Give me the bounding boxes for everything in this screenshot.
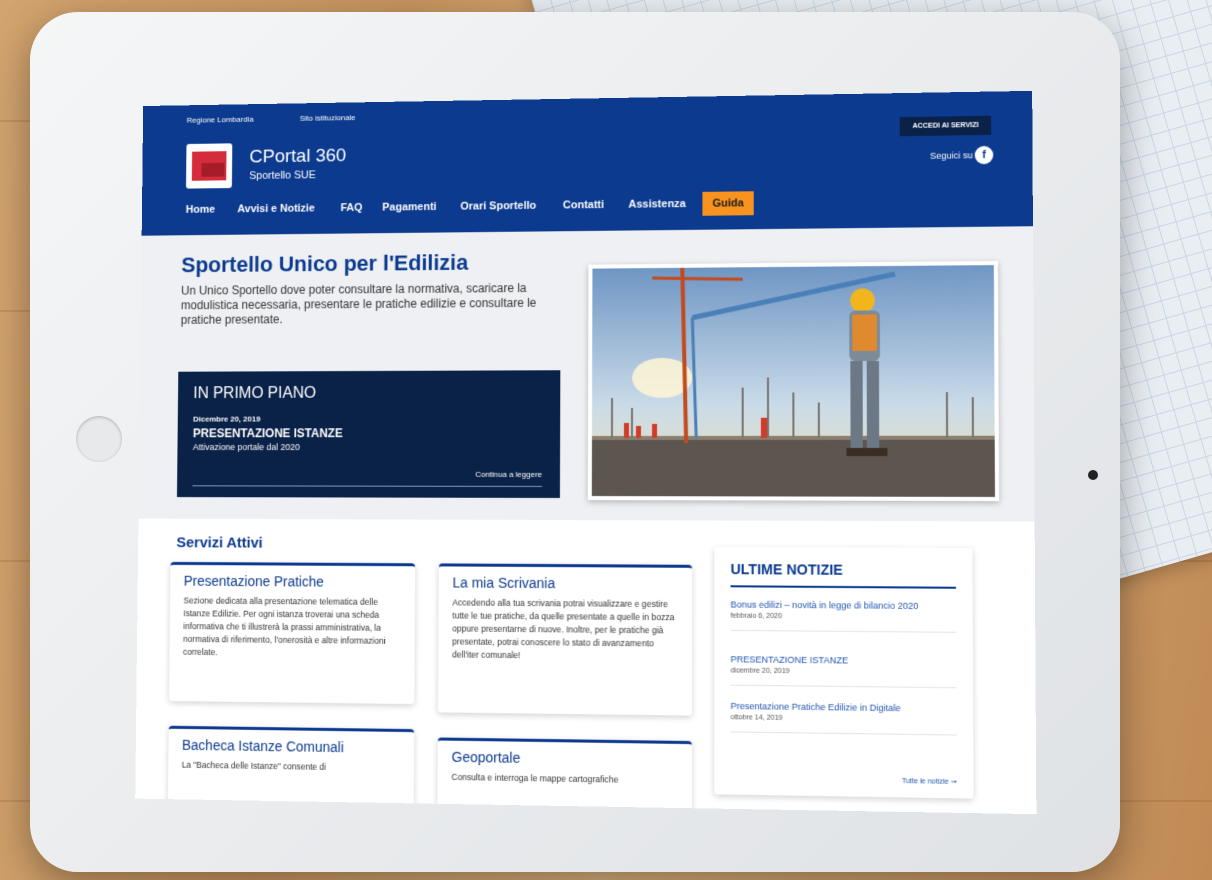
region-link[interactable]: Regione Lombardia [187, 115, 254, 125]
news-item-title[interactable]: Presentazione Pratiche Edilizie in Digit… [731, 701, 957, 715]
service-card-text: Sezione dedicata alla presentazione tele… [182, 595, 386, 658]
featured-divider [192, 485, 543, 487]
read-more-link[interactable]: Continua a leggere [475, 470, 542, 479]
services-title: Servizi Attivi [176, 534, 263, 552]
service-card-desk[interactable]: La mia Scrivania Accedendo alla tua scri… [437, 563, 693, 716]
nav-guide-button[interactable]: Guida [702, 191, 754, 216]
home-button[interactable] [76, 416, 122, 462]
news-underline [730, 585, 957, 589]
featured-subtitle: Attivazione portale dal 2020 [192, 442, 300, 452]
news-panel: ULTIME NOTIZIE Bonus edilizi – novità in… [714, 546, 974, 799]
nav-faq[interactable]: FAQ [341, 202, 363, 214]
service-card-title: La mia Scrivania [452, 574, 556, 592]
service-card-title: Geoportale [451, 748, 521, 766]
news-item[interactable]: Presentazione Pratiche Edilizie in Digit… [730, 701, 957, 736]
service-card-text: Accedendo alla tua scrivania potrai visu… [452, 597, 675, 661]
news-item-title[interactable]: Bonus edilizi – novità in legge di bilan… [731, 599, 957, 612]
news-item-date: ottobre 14, 2019 [730, 714, 783, 722]
nav-assistance[interactable]: Assistenza [628, 198, 685, 211]
nav-payments[interactable]: Pagamenti [382, 201, 436, 213]
service-card-text: La "Bacheca delle Istanze" consente di [181, 759, 327, 772]
news-item-title[interactable]: PRESENTAZIONE ISTANZE [731, 654, 957, 668]
brand-name: CPortal 360 [249, 145, 347, 168]
nav-news[interactable]: Avvisi e Notizie [237, 203, 314, 216]
service-card-board[interactable]: Bacheca Istanze Comunali La "Bacheca del… [167, 725, 415, 813]
news-item-date: dicembre 20, 2019 [730, 667, 790, 676]
news-item[interactable]: PRESENTAZIONE ISTANZE dicembre 20, 2019 [730, 654, 957, 689]
facebook-icon[interactable]: f [974, 145, 994, 165]
service-card-title: Bacheca Istanze Comunali [181, 736, 344, 756]
hero-section: Sportello Unico per l'Edilizia Un Unico … [138, 226, 1035, 522]
service-card-title: Presentazione Pratiche [183, 572, 324, 590]
cportal-logo[interactable] [186, 143, 233, 189]
page-title: Sportello Unico per l'Edilizia [181, 249, 469, 278]
news-divider [730, 629, 957, 633]
news-item-date: febbraio 6, 2020 [730, 612, 783, 621]
brand-subtitle: Sportello SUE [249, 169, 316, 182]
nav-home[interactable]: Home [186, 204, 215, 216]
service-card-geoportal[interactable]: Geoportale Consulta e interroga le mappe… [437, 737, 692, 815]
camera-icon [1088, 470, 1098, 480]
services-section: Servizi Attivi Presentazione Pratiche Se… [135, 518, 1037, 815]
service-card-submission[interactable]: Presentazione Pratiche Sezione dedicata … [168, 561, 416, 705]
all-news-link[interactable]: Tutte le notizie ➞ [902, 777, 957, 786]
site-link[interactable]: Sito istituzionale [300, 113, 356, 123]
featured-box[interactable]: IN PRIMO PIANO Dicembre 20, 2019 PRESENT… [176, 370, 561, 498]
login-button[interactable]: ACCEDI AI SERVIZI [900, 115, 992, 137]
news-divider [730, 731, 957, 736]
news-divider [730, 684, 957, 689]
nav-contacts[interactable]: Contatti [563, 199, 604, 211]
nav-hours[interactable]: Orari Sportello [460, 200, 536, 213]
news-item[interactable]: Bonus edilizi – novità in legge di bilan… [730, 599, 957, 633]
service-card-text: Consulta e interroga le mappe cartografi… [451, 771, 619, 785]
featured-title: PRESENTAZIONE ISTANZE [192, 426, 343, 441]
featured-heading: IN PRIMO PIANO [193, 384, 317, 402]
featured-date: Dicembre 20, 2019 [193, 414, 261, 424]
follow-label: Seguici su [929, 150, 973, 161]
news-title: ULTIME NOTIZIE [730, 560, 843, 578]
construction-photo [587, 260, 1000, 502]
tablet-screen: Regione Lombardia Sito istituzionale CPo… [135, 90, 1037, 815]
page-subtitle: Un Unico Sportello dove poter consultare… [180, 281, 537, 327]
